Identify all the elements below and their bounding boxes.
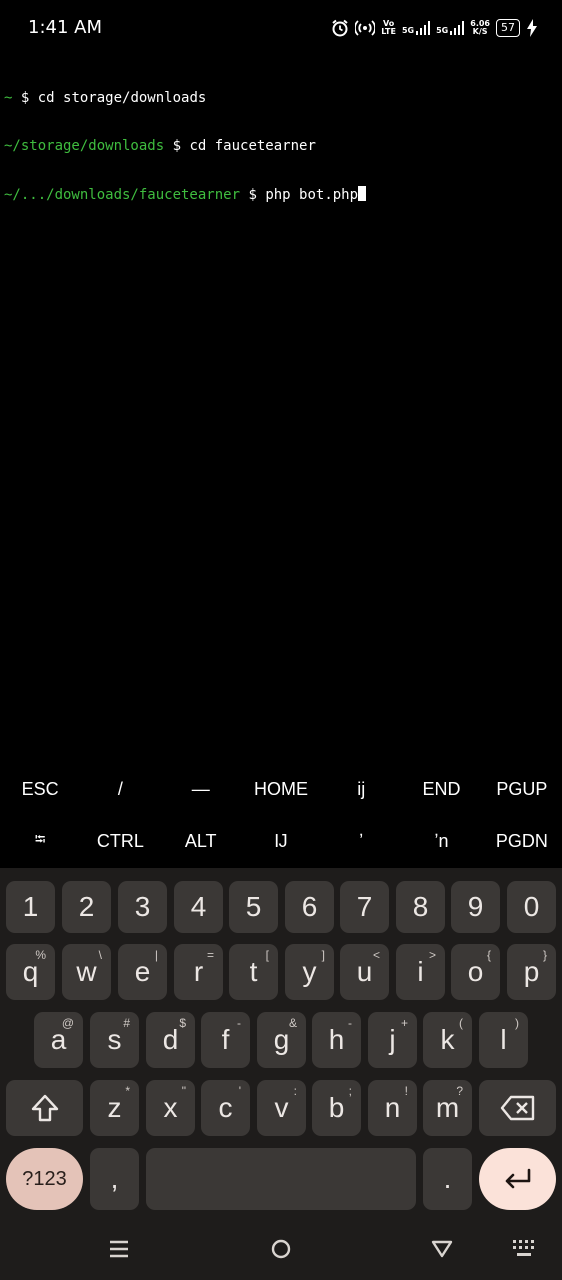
- key-7[interactable]: 7: [340, 881, 389, 933]
- back-icon[interactable]: [430, 1238, 454, 1260]
- key-f[interactable]: f-: [201, 1012, 250, 1068]
- key-w[interactable]: w \: [62, 944, 111, 1000]
- terminal-output[interactable]: ~ $ cd storage/downloads ~/storage/downl…: [4, 58, 558, 218]
- comma-key[interactable]: ,: [90, 1148, 139, 1210]
- extra-key-slash[interactable]: /: [80, 763, 160, 815]
- key-d[interactable]: d $: [146, 1012, 195, 1068]
- key-i[interactable]: i >: [396, 944, 445, 1000]
- enter-icon: [505, 1168, 530, 1189]
- hotspot-icon: [355, 20, 376, 36]
- key-g[interactable]: g &: [257, 1012, 306, 1068]
- signal-1: 5G: [402, 21, 431, 35]
- extra-key-ctrl[interactable]: CTRL: [80, 815, 160, 867]
- key-0[interactable]: 0: [507, 881, 556, 933]
- key-j[interactable]: j +: [368, 1012, 417, 1068]
- backspace-key[interactable]: [479, 1080, 556, 1136]
- key-c[interactable]: c ': [201, 1080, 250, 1136]
- key-h[interactable]: h-: [312, 1012, 361, 1068]
- key-5[interactable]: 5: [229, 881, 278, 933]
- extra-keys-row-2: ⭾ CTRL ALT Ĳ ʼ ʼn PGDN: [0, 815, 562, 867]
- key-r[interactable]: r =: [174, 944, 223, 1000]
- key-3[interactable]: 3: [118, 881, 167, 933]
- extra-key-apostrophe-n[interactable]: ʼn: [401, 815, 481, 867]
- battery-level: 57: [496, 19, 520, 37]
- extra-key-ij[interactable]: ij: [321, 763, 401, 815]
- key-9[interactable]: 9: [451, 881, 500, 933]
- status-time: 1:41 AM: [28, 17, 102, 38]
- enter-key[interactable]: [479, 1148, 556, 1210]
- key-x[interactable]: x ": [146, 1080, 195, 1136]
- status-icons: Vo LTE 5G 5G 6.06 K/S 57: [331, 14, 538, 42]
- menu-icon[interactable]: [108, 1238, 130, 1260]
- extra-key-apostrophe[interactable]: ʼ: [321, 815, 401, 867]
- keyboard-switch-icon[interactable]: [512, 1238, 536, 1260]
- key-n[interactable]: n!: [368, 1080, 417, 1136]
- terminal-line: ~/storage/downloads $ cd faucetearner: [4, 138, 316, 154]
- alarm-icon: [332, 19, 348, 37]
- key-1[interactable]: 1: [6, 881, 55, 933]
- extra-key-dash[interactable]: —: [161, 763, 241, 815]
- home-icon[interactable]: [270, 1238, 292, 1260]
- extra-key-tab[interactable]: ⭾: [0, 815, 80, 867]
- signal-bars-icon: [450, 21, 465, 35]
- charging-icon: [527, 19, 537, 37]
- key-2[interactable]: 2: [62, 881, 111, 933]
- volte-label: Vo LTE: [381, 19, 396, 36]
- key-l[interactable]: l): [479, 1012, 528, 1068]
- extra-key-alt[interactable]: ALT: [161, 815, 241, 867]
- backspace-icon: [500, 1095, 534, 1121]
- key-m[interactable]: m?: [423, 1080, 472, 1136]
- status-bar: 1:41 AM Vo LTE 5G 5G 6.06 K/S 57: [0, 0, 562, 56]
- key-o[interactable]: o{: [451, 944, 500, 1000]
- key-a[interactable]: a @: [34, 1012, 83, 1068]
- signal-2: 5G: [436, 21, 465, 35]
- navigation-bar: [0, 1220, 562, 1280]
- period-key[interactable]: .: [423, 1148, 472, 1210]
- key-u[interactable]: u <: [340, 944, 389, 1000]
- space-bar[interactable]: [146, 1148, 416, 1210]
- key-z[interactable]: z *: [90, 1080, 139, 1136]
- key-b[interactable]: b;: [312, 1080, 361, 1136]
- key-s[interactable]: s #: [90, 1012, 139, 1068]
- text-cursor: [358, 186, 367, 201]
- extra-key-home[interactable]: HOME: [241, 763, 321, 815]
- key-8[interactable]: 8: [396, 881, 445, 933]
- extra-key-pgdn[interactable]: PGDN: [482, 815, 562, 867]
- shift-key[interactable]: [6, 1080, 83, 1136]
- extra-keys-row-1: ESC / — HOME ij END PGUP: [0, 763, 562, 815]
- soft-keyboard: 1 2 3 4 5 6 7 8 9 0 q% w \ e | r = t[ y] u <…: [0, 868, 562, 1280]
- shift-icon: [31, 1094, 58, 1122]
- key-v[interactable]: v:: [257, 1080, 306, 1136]
- extra-key-pgup[interactable]: PGUP: [482, 763, 562, 815]
- key-p[interactable]: p}: [507, 944, 556, 1000]
- key-k[interactable]: k(: [423, 1012, 472, 1068]
- extra-key-esc[interactable]: ESC: [0, 763, 80, 815]
- terminal-line: ~ $ cd storage/downloads: [4, 90, 207, 106]
- key-y[interactable]: y]: [285, 944, 334, 1000]
- key-6[interactable]: 6: [285, 881, 334, 933]
- extra-key-ij-ligature[interactable]: Ĳ: [241, 815, 321, 867]
- key-q[interactable]: q%: [6, 944, 55, 1000]
- terminal-line: ~/.../downloads/faucetearner $ php bot.p…: [4, 186, 558, 203]
- extra-keys-bar: ESC / — HOME ij END PGUP ⭾ CTRL ALT Ĳ ʼ …: [0, 763, 562, 867]
- extra-key-end[interactable]: END: [401, 763, 481, 815]
- symbols-key[interactable]: ?123: [6, 1148, 83, 1210]
- key-e[interactable]: e |: [118, 944, 167, 1000]
- key-4[interactable]: 4: [174, 881, 223, 933]
- network-speed: 6.06 K/S: [470, 19, 490, 36]
- key-t[interactable]: t[: [229, 944, 278, 1000]
- signal-bars-icon: [416, 21, 431, 35]
